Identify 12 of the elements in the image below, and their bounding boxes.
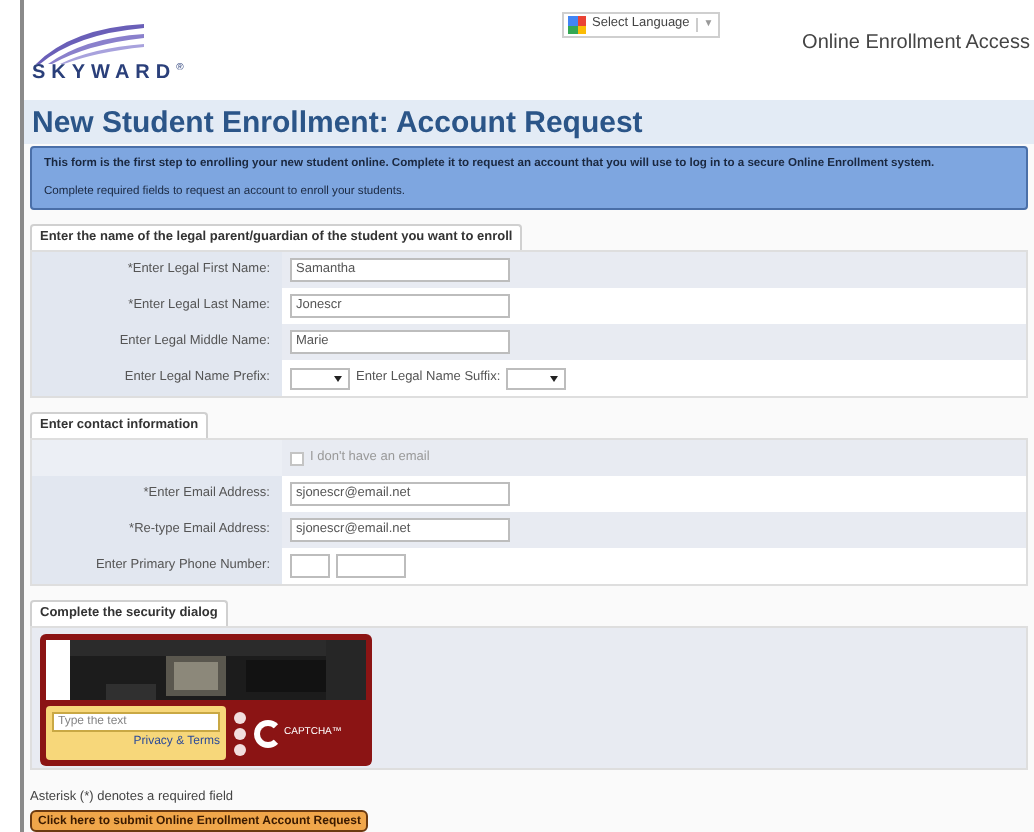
logo-text: SKYWARD [32, 64, 177, 84]
caret-icon [550, 375, 559, 381]
caret-icon [334, 375, 342, 381]
dropdown-field[interactable] [290, 367, 350, 389]
app-title: Online Enrollment Access [802, 34, 1030, 54]
translate-icon [568, 16, 586, 34]
phone-number-field[interactable] [336, 554, 406, 578]
captcha-logo-icon [254, 719, 282, 747]
swoosh-icon [32, 20, 144, 64]
area-code-field[interactable] [290, 554, 330, 578]
dropdown-field[interactable] [506, 367, 567, 389]
page-title: New Student Enrollment: Account Request [32, 107, 643, 137]
